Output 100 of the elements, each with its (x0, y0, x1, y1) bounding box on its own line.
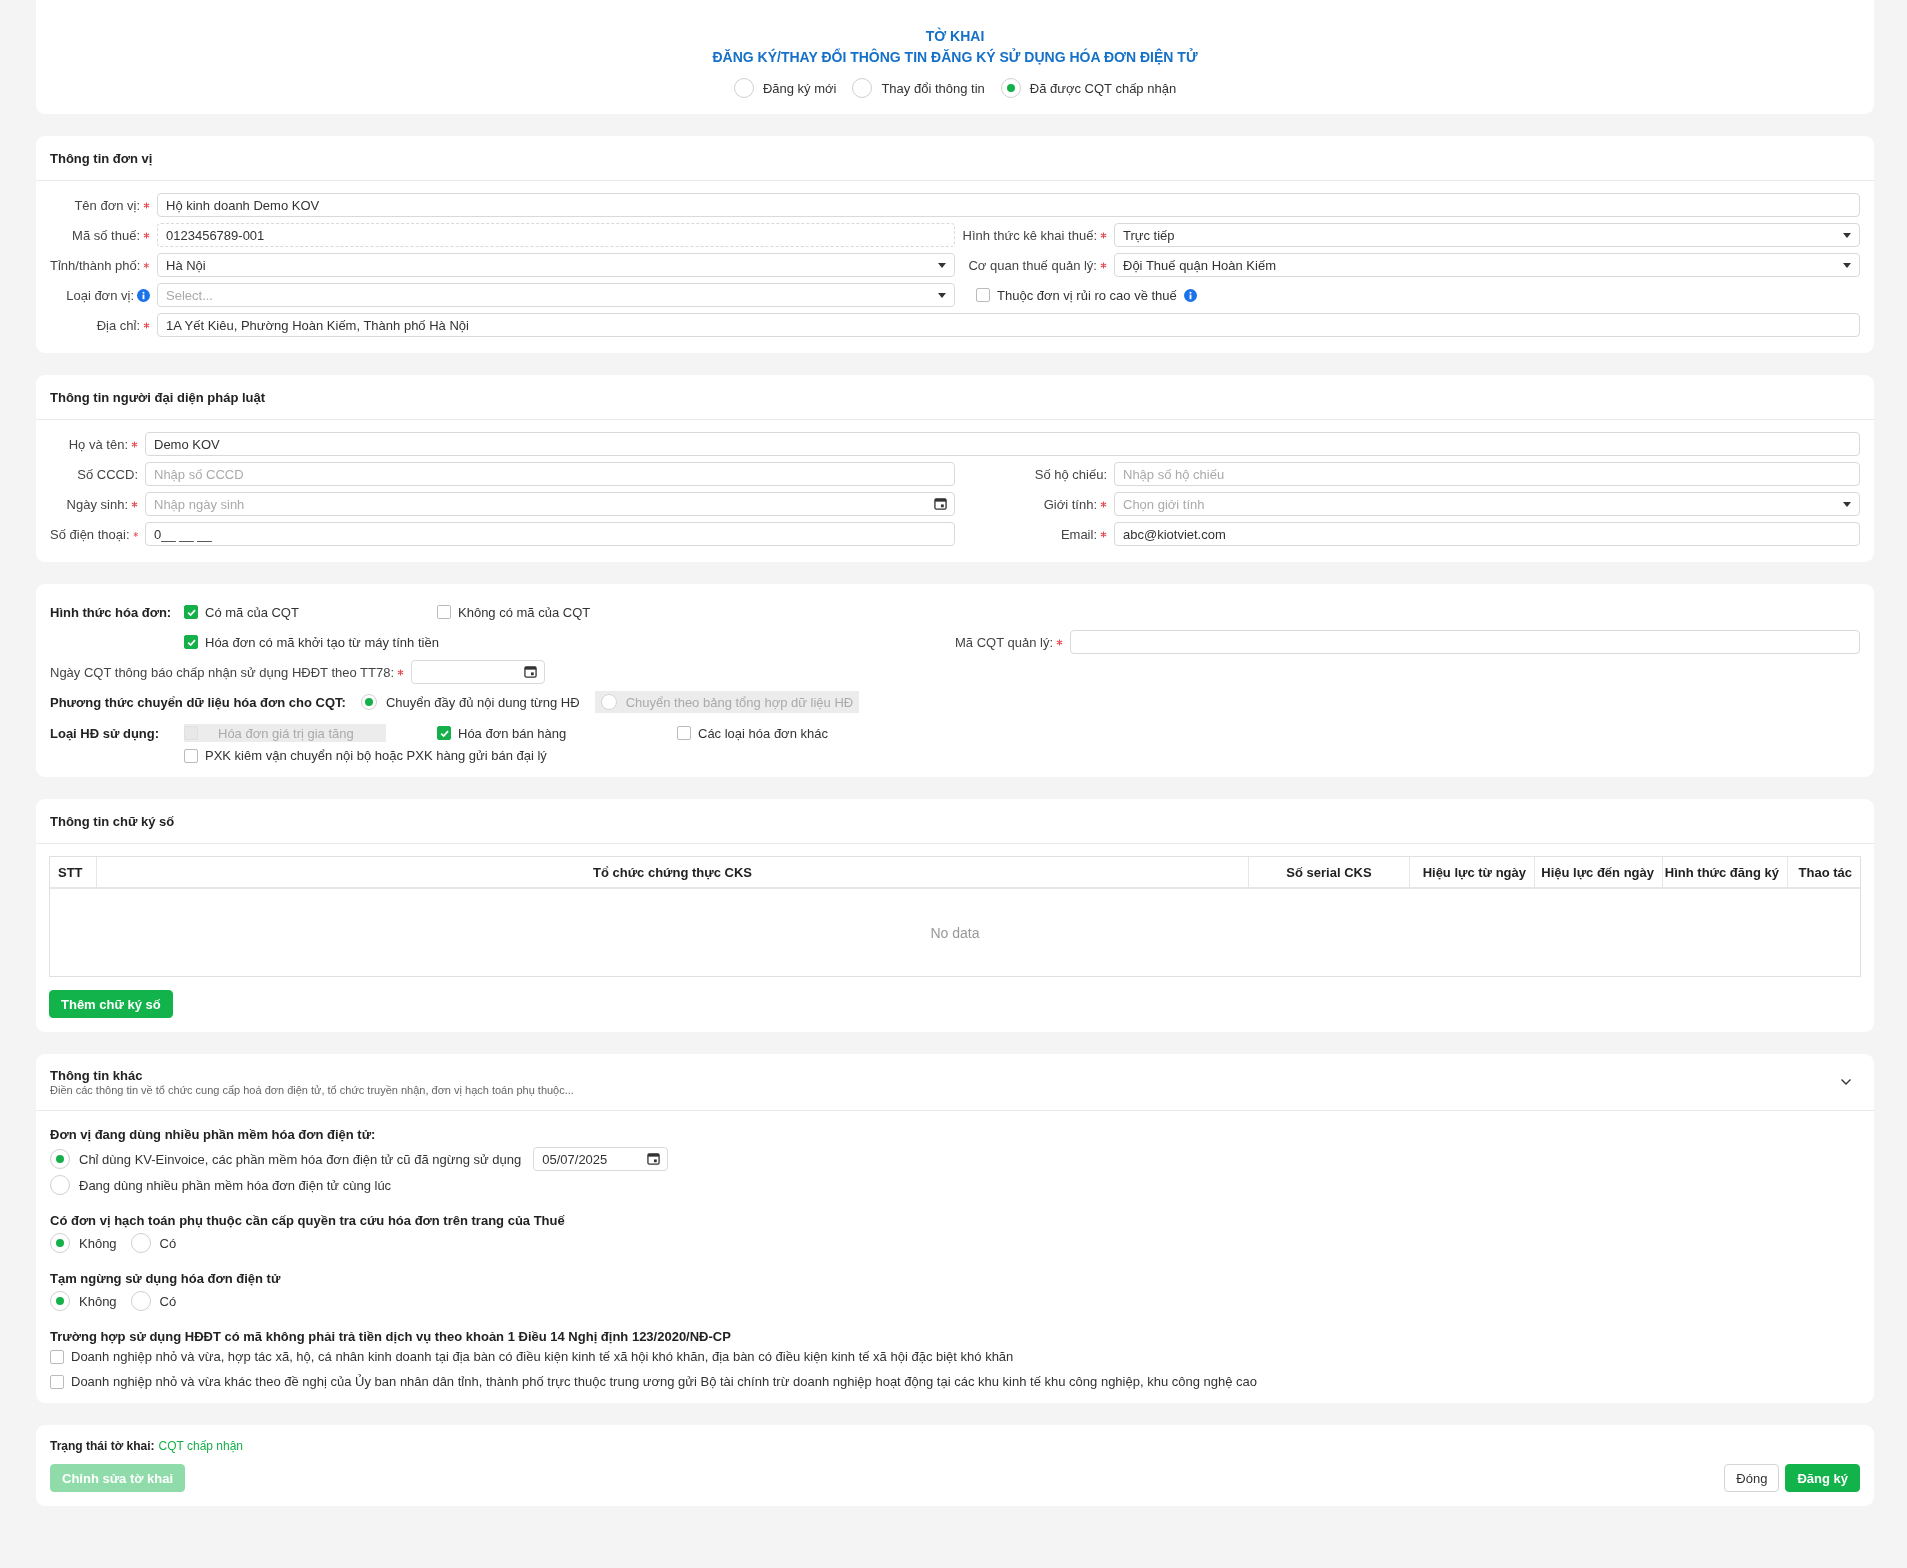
radio-label: Chỉ dùng KV-Einvoice, các phần mềm hóa đơn điện tử cũ đã ngừng sử dụng (79, 1151, 522, 1167)
text-field[interactable]: Hộ kinh doanh Demo KOV (157, 193, 1860, 217)
form-subtitle: ĐĂNG KÝ/THAY ĐỔI THÔNG TIN ĐĂNG KÝ SỬ DỤNG HÓA ĐƠN ĐIỆN TỬ (712, 47, 1198, 67)
close-button[interactable]: Đóng (1724, 1464, 1780, 1492)
radio-button[interactable] (360, 694, 377, 710)
caret-icon (938, 292, 946, 298)
status-label: Trạng thái tờ khai: (50, 1439, 155, 1453)
field-label: Tên đơn vị: (74, 197, 140, 213)
checkbox-label: Có mã của CQT (205, 604, 299, 620)
field-label: Email: (1060, 526, 1097, 542)
text-field[interactable]: Nhập số hộ chiếu (1114, 462, 1860, 486)
caret-icon (1843, 232, 1851, 238)
field-label: Số điện thoại: (50, 526, 130, 542)
form-title: TỜ KHAI (925, 26, 985, 46)
radio-label: Chuyển đầy đủ nội dung từng HĐ (385, 694, 580, 710)
column-header: Số serial CKS (1248, 857, 1409, 887)
checkbox[interactable] (437, 726, 451, 740)
radio-button[interactable] (50, 1175, 70, 1195)
column-header: Tổ chức chứng thực CKS (96, 857, 1248, 887)
text-field[interactable]: 0__ __ __ (145, 522, 955, 546)
radio-label: Đang dùng nhiều phần mềm hóa đơn điện tử cùng lúc (79, 1177, 392, 1193)
calendar-icon (934, 497, 947, 510)
checkbox[interactable] (976, 288, 990, 302)
column-header: Hiệu lực đến ngày (1534, 857, 1662, 887)
field-label: Hình thức hóa đơn: (50, 604, 173, 620)
radio-button[interactable] (50, 1291, 70, 1311)
text-field[interactable]: 1A Yết Kiêu, Phường Hoàn Kiếm, Thành phố Hà Nội (157, 313, 1860, 337)
checkbox[interactable] (437, 605, 451, 619)
field-label: Số hộ chiếu: (1034, 466, 1107, 482)
radio-button[interactable] (130, 1233, 151, 1253)
radio-label: Có (159, 1235, 177, 1251)
caret-icon (1843, 501, 1851, 507)
text-field[interactable]: Nhập số CCCD (145, 462, 955, 486)
select-field[interactable]: Trực tiếp (1114, 223, 1860, 247)
section-subtitle: Điền các thông tin về tổ chức cung cấp hoá đơn điện tử, tổ chức truyền nhận, đơn vị hạch toán phụ thuộc... (50, 1084, 574, 1096)
caret-icon (1843, 262, 1851, 268)
question-title: Đơn vị đang dùng nhiều phần mềm hóa đơn điện tử: (50, 1127, 377, 1142)
checkbox[interactable] (184, 748, 198, 763)
radio-button[interactable] (50, 1233, 70, 1253)
checkbox-label: Thuộc đơn vị rủi ro cao về thuế (997, 287, 1177, 303)
radio-label: Không (79, 1235, 117, 1251)
date-field[interactable]: 05/07/2025 (533, 1147, 669, 1171)
select-field[interactable]: Đội Thuế quận Hoàn Kiếm (1114, 253, 1860, 277)
checkbox[interactable] (184, 605, 198, 619)
text-field[interactable]: Demo KOV (145, 432, 1860, 456)
checkbox-label: Hóa đơn giá trị gia tăng (218, 725, 354, 741)
field-label: Tỉnh/thành phố: (50, 257, 141, 273)
checkbox-label: Không có mã của CQT (458, 604, 591, 620)
field-label: Địa chỉ: (96, 317, 140, 333)
field-label: Số CCCD: (77, 466, 138, 482)
caret-icon (938, 262, 946, 268)
radio-button[interactable] (852, 78, 873, 98)
field-label: Loại đơn vị: (66, 287, 134, 303)
info-icon[interactable] (137, 288, 150, 302)
radio-button[interactable] (50, 1149, 70, 1169)
empty-message: No data (930, 924, 980, 941)
chevron-icon[interactable] (1840, 1078, 1852, 1086)
field-label: Hình thức kê khai thuế: (962, 227, 1097, 243)
question-title: Trường hợp sử dụng HĐĐT có mã không phải trả tiền dịch vụ theo khoản 1 Điều 14 Nghị định 123/2020/NĐ-CP (50, 1329, 732, 1344)
text-field[interactable]: abc@kiotviet.com (1114, 522, 1860, 546)
info-icon[interactable] (1183, 288, 1197, 302)
calendar-icon (647, 1152, 661, 1165)
calendar-icon (524, 665, 538, 678)
field-label: Loại HĐ sử dụng: (50, 725, 161, 741)
section-title: Thông tin chữ ký số (50, 813, 175, 829)
field-label: Ngày CQT thông báo chấp nhận sử dụng HĐĐT theo TT78: (50, 664, 395, 680)
checkbox-label: PXK kiêm vận chuyển nội bộ hoặc PXK hàng gửi bán đại lý (205, 748, 547, 763)
radio-button[interactable] (733, 78, 754, 98)
checkbox[interactable] (50, 1349, 64, 1364)
checkbox-label: Hóa đơn bán hàng (458, 725, 567, 741)
checkbox-label: Doanh nghiệp nhỏ và vừa khác theo đề nghị của Ủy ban nhân dân tỉnh, thành phố trực thuộc trung ương gửi Bộ tài chính trừ doanh nghiệp hoạt động tại các khu kinh tế khu công nghiệp, khu công nghệ cao (71, 1374, 1258, 1389)
column-header: Thao tác (1787, 857, 1860, 887)
radio-label: Đăng ký mới (762, 80, 837, 96)
field-label: Họ và tên: (68, 436, 128, 452)
checkbox-label: Doanh nghiệp nhỏ và vừa, hợp tác xã, hộ, cá nhân kinh doanh tại địa bàn có điều kiện kinh tế xã hội khó khăn, địa bàn có điều kiện kinh tế xã hội đặc biệt khó khăn (71, 1349, 1014, 1364)
checkbox-label: Các loại hóa đơn khác (698, 725, 828, 741)
radio-button[interactable] (1000, 78, 1021, 98)
radio-label: Có (159, 1293, 177, 1309)
text-field[interactable] (1070, 630, 1860, 654)
select-field[interactable]: Hà Nội (157, 253, 955, 277)
column-header: STT (57, 863, 84, 882)
date-field[interactable]: Nhập ngày sinh (145, 492, 955, 516)
checkbox[interactable] (50, 1374, 64, 1389)
radio-label: Đã được CQT chấp nhận (1029, 80, 1177, 96)
section-title: Thông tin khác (50, 1068, 144, 1083)
field-label: Ngày sinh: (66, 496, 128, 512)
checkbox-label: Hóa đơn có mã khởi tạo từ máy tính tiền (205, 634, 439, 650)
field-label: Mã CQT quản lý: (954, 634, 1053, 650)
checkbox[interactable] (677, 726, 691, 740)
radio-label: Không (79, 1293, 117, 1309)
question-title: Tạm ngừng sử dụng hóa đơn điện tử (50, 1271, 282, 1286)
date-field[interactable] (411, 660, 546, 684)
checkbox[interactable] (184, 635, 198, 649)
radio-label: Thay đổi thông tin (881, 80, 985, 96)
radio-label: Chuyển theo bảng tổng hợp dữ liệu HĐ (625, 694, 854, 710)
field-label: Giới tính: (1043, 496, 1097, 512)
field-label: Mã số thuế: (72, 227, 140, 243)
question-title: Có đơn vị hạch toán phụ thuộc cần cấp quyền tra cứu hóa đơn trên trang của Thuế (50, 1213, 566, 1228)
radio-button[interactable] (130, 1291, 151, 1311)
section-title: Thông tin người đại diện pháp luật (50, 389, 266, 405)
